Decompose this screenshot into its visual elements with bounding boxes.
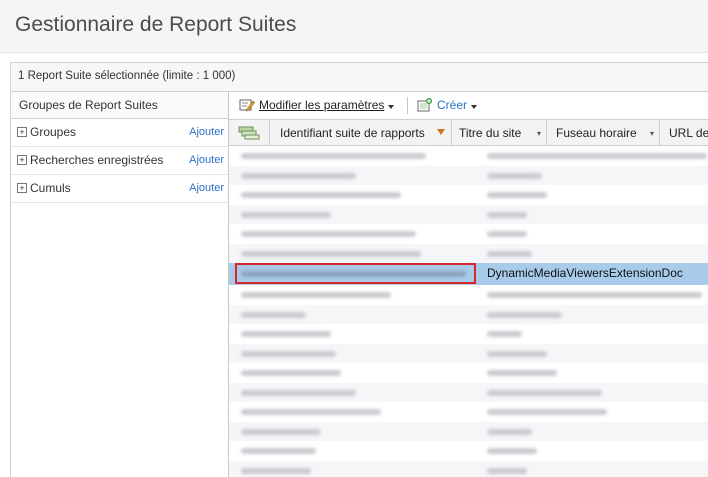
table-row[interactable]	[229, 244, 708, 264]
create-button[interactable]: Créer	[417, 98, 477, 112]
groups-panel-header: Groupes de Report Suites	[11, 92, 228, 119]
edit-settings-button[interactable]: Modifier les paramètres	[239, 98, 394, 112]
blurred-text	[487, 173, 542, 179]
selection-count: 1 Report Suite sélectionnée (limite : 1 …	[18, 70, 235, 82]
table-row[interactable]	[229, 461, 708, 477]
column-config[interactable]	[229, 120, 270, 145]
blurred-text	[487, 153, 707, 159]
blurred-text	[241, 251, 421, 257]
table-row[interactable]	[229, 441, 708, 461]
table-row[interactable]	[229, 185, 708, 205]
blurred-text	[487, 448, 537, 454]
blurred-text	[241, 331, 331, 337]
blurred-text	[241, 173, 356, 179]
filter-icon[interactable]: ▾	[537, 129, 541, 138]
blurred-text	[487, 212, 527, 218]
expand-icon[interactable]: +	[17, 183, 27, 193]
column-time-zone[interactable]: Fuseau horaire ▾	[547, 120, 660, 145]
table-row[interactable]	[229, 422, 708, 442]
toolbar: Modifier les paramètres Créer	[229, 92, 708, 120]
blurred-text	[487, 231, 527, 237]
table-row[interactable]	[229, 305, 708, 325]
selected-row-highlight	[235, 263, 476, 284]
expand-icon[interactable]: +	[17, 155, 27, 165]
blurred-text	[241, 231, 416, 237]
table-row[interactable]	[229, 205, 708, 225]
table-row[interactable]	[229, 402, 708, 422]
group-label[interactable]: Recherches enregistrées	[30, 153, 163, 167]
blurred-text	[487, 192, 547, 198]
blurred-text	[487, 292, 702, 298]
group-row-groupes[interactable]: + Groupes Ajouter	[11, 119, 228, 147]
table-row[interactable]	[229, 166, 708, 186]
blurred-text	[487, 390, 602, 396]
add-link[interactable]: Ajouter	[189, 182, 224, 194]
blurred-text	[241, 153, 426, 159]
blurred-text	[241, 390, 356, 396]
blurred-text	[241, 370, 341, 376]
toolbar-divider	[407, 97, 408, 114]
filter-icon[interactable]: ▾	[650, 129, 654, 138]
report-suite-table: DynamicMediaViewersExtensionDoc	[229, 146, 708, 477]
column-config-icon	[238, 126, 260, 140]
table-row[interactable]	[229, 224, 708, 244]
table-header: Identifiant suite de rapports Titre du s…	[229, 120, 708, 146]
blurred-text	[241, 429, 321, 435]
table-row[interactable]	[229, 363, 708, 383]
blurred-text	[487, 251, 532, 257]
group-row-recherches[interactable]: + Recherches enregistrées Ajouter	[11, 147, 228, 175]
page-title: Gestionnaire de Report Suites	[15, 13, 296, 37]
blurred-text	[241, 192, 401, 198]
selected-site-title: DynamicMediaViewersExtensionDoc	[487, 266, 683, 280]
column-label: URL de	[660, 126, 708, 140]
create-label[interactable]: Créer	[437, 98, 467, 112]
selection-bar: 1 Report Suite sélectionnée (limite : 1 …	[11, 63, 708, 92]
table-row[interactable]	[229, 285, 708, 305]
table-row[interactable]	[229, 383, 708, 403]
blurred-text	[487, 409, 607, 415]
column-site-title[interactable]: Titre du site ▾	[452, 120, 547, 145]
chevron-down-icon	[388, 105, 394, 109]
edit-settings-label[interactable]: Modifier les paramètres	[259, 98, 384, 112]
edit-settings-icon	[239, 98, 255, 112]
chevron-down-icon	[471, 105, 477, 109]
blurred-text	[241, 212, 331, 218]
table-row[interactable]	[229, 146, 708, 166]
table-row[interactable]	[229, 344, 708, 364]
blurred-text	[487, 351, 547, 357]
blurred-text	[487, 331, 522, 337]
column-label: Titre du site	[452, 126, 521, 140]
blurred-text	[241, 312, 306, 318]
blurred-text	[487, 429, 532, 435]
group-row-cumuls[interactable]: + Cumuls Ajouter	[11, 175, 228, 203]
sort-icon[interactable]	[437, 129, 445, 135]
column-label: Fuseau horaire	[547, 126, 637, 140]
blurred-text	[241, 448, 316, 454]
blurred-text	[241, 351, 336, 357]
column-report-suite-id[interactable]: Identifiant suite de rapports	[270, 120, 452, 145]
add-link[interactable]: Ajouter	[189, 154, 224, 166]
group-label[interactable]: Cumuls	[30, 181, 71, 195]
groups-panel: Groupes de Report Suites + Groupes Ajout…	[11, 92, 229, 477]
column-url[interactable]: URL de	[660, 120, 708, 145]
title-bar: Gestionnaire de Report Suites	[0, 0, 708, 53]
blurred-text	[241, 292, 391, 298]
expand-icon[interactable]: +	[17, 127, 27, 137]
blurred-text	[487, 312, 562, 318]
blurred-text	[241, 468, 311, 474]
blurred-text	[241, 409, 381, 415]
column-label: Identifiant suite de rapports	[270, 126, 425, 140]
add-link[interactable]: Ajouter	[189, 126, 224, 138]
blurred-text	[487, 468, 527, 474]
table-row[interactable]	[229, 324, 708, 344]
blurred-text	[487, 370, 557, 376]
create-icon	[417, 98, 433, 112]
report-suites-panel: Modifier les paramètres Créer	[229, 92, 708, 477]
group-label[interactable]: Groupes	[30, 125, 76, 139]
